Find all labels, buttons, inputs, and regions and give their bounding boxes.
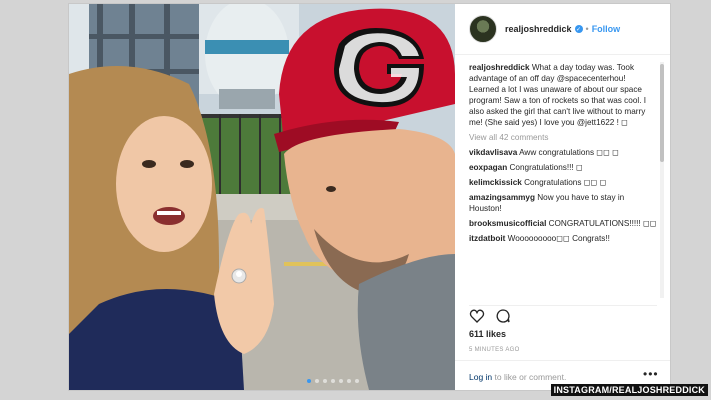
comment: itzdatboit Wooooooooo◻◻ Congrats!! bbox=[469, 233, 657, 244]
comment-text: Congratulations ◻◻ ◻ bbox=[524, 178, 607, 187]
login-prompt: Log in to like or comment. bbox=[469, 372, 566, 382]
post-timestamp: 5 MINUTES AGO bbox=[469, 347, 520, 353]
comment: brooksmusicofficial CONGRATULATIONS!!!!!… bbox=[469, 218, 657, 229]
comment-text: Congratulations!!! ◻ bbox=[509, 163, 583, 172]
avatar[interactable] bbox=[469, 15, 497, 43]
watermark: INSTAGRAM/REALJOSHREDDICK bbox=[550, 384, 708, 396]
photo-illustration bbox=[69, 4, 455, 390]
carousel-dot[interactable] bbox=[307, 379, 311, 383]
action-bar bbox=[469, 305, 657, 324]
verified-icon: ✓ bbox=[574, 25, 583, 33]
post-side-panel: realjoshreddick ✓ • Follow realjoshreddi… bbox=[455, 4, 670, 390]
comment-username[interactable]: amazingsammyg bbox=[469, 193, 535, 202]
caption-username[interactable]: realjoshreddick bbox=[469, 63, 530, 72]
comments-scrollbar[interactable] bbox=[660, 62, 664, 298]
comments-list: realjoshreddick What a day today was. To… bbox=[469, 62, 657, 298]
post-photo[interactable] bbox=[69, 4, 455, 390]
comment-text: CONGRATULATIONS!!!!! ◻◻ bbox=[548, 219, 657, 228]
carousel-dot[interactable] bbox=[347, 379, 351, 383]
heart-icon[interactable] bbox=[469, 308, 485, 324]
comment-username[interactable]: vikdavlisava bbox=[469, 148, 517, 157]
scrollbar-thumb[interactable] bbox=[660, 64, 664, 162]
carousel-dot[interactable] bbox=[315, 379, 319, 383]
post-header: realjoshreddick ✓ • Follow bbox=[455, 4, 670, 55]
more-icon[interactable]: ••• bbox=[643, 367, 659, 381]
login-rest: to like or comment. bbox=[492, 372, 567, 382]
carousel-dot[interactable] bbox=[355, 379, 359, 383]
comment: vikdavlisava Aww congratulations ◻◻ ◻ bbox=[469, 147, 657, 158]
carousel-dots bbox=[307, 379, 359, 383]
carousel-dot[interactable] bbox=[331, 379, 335, 383]
separator: • bbox=[585, 24, 589, 34]
comment-text: Aww congratulations ◻◻ ◻ bbox=[519, 148, 619, 157]
comment: eoxpagan Congratulations!!! ◻ bbox=[469, 162, 657, 173]
comment-username[interactable]: kelimckissick bbox=[469, 178, 522, 187]
carousel-dot[interactable] bbox=[323, 379, 327, 383]
caption-text: What a day today was. Took advantage of … bbox=[469, 63, 647, 127]
like-count[interactable]: 611 likes bbox=[469, 329, 506, 339]
comment-username[interactable]: itzdatboit bbox=[469, 234, 505, 243]
comment-username[interactable]: brooksmusicofficial bbox=[469, 219, 546, 228]
comment: amazingsammyg Now you have to stay in Ho… bbox=[469, 192, 657, 214]
comment: kelimckissick Congratulations ◻◻ ◻ bbox=[469, 177, 657, 188]
comment-text: Wooooooooo◻◻ Congrats!! bbox=[507, 234, 610, 243]
login-link[interactable]: Log in bbox=[469, 372, 492, 382]
comment-username[interactable]: eoxpagan bbox=[469, 163, 507, 172]
comment-icon[interactable] bbox=[495, 308, 511, 324]
follow-button[interactable]: Follow bbox=[592, 24, 621, 34]
view-all-comments-link[interactable]: View all 42 comments bbox=[469, 132, 657, 143]
caption: realjoshreddick What a day today was. To… bbox=[469, 62, 657, 128]
carousel-dot[interactable] bbox=[339, 379, 343, 383]
post-username[interactable]: realjoshreddick bbox=[505, 24, 572, 34]
